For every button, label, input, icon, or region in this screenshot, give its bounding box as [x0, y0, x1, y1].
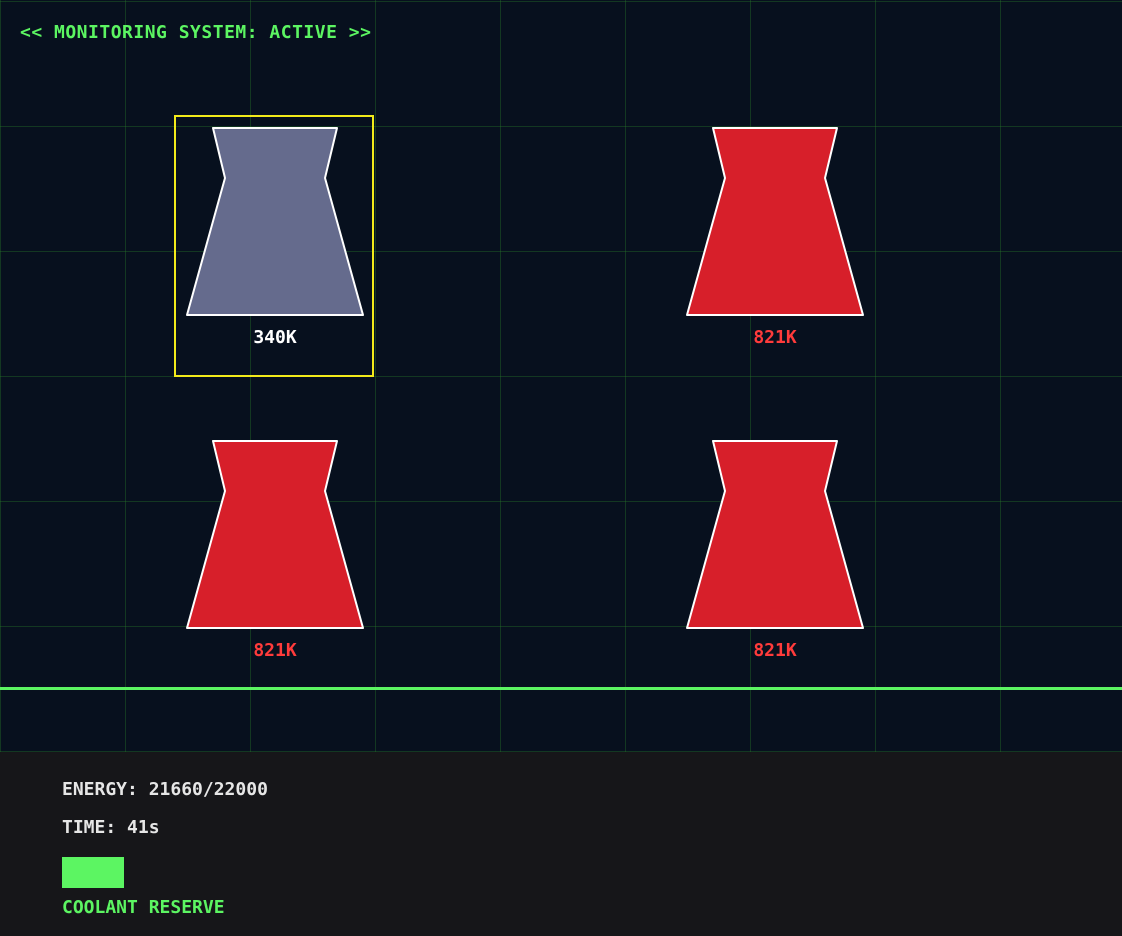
cooling-tower-icon: [686, 127, 864, 316]
cooling-tower-icon: [186, 127, 364, 316]
reactor-temperature-label: 821K: [753, 640, 797, 661]
cooling-tower-icon: [186, 440, 364, 629]
baseline-divider: [0, 687, 1122, 690]
coolant-reserve-label: COOLANT RESERVE: [62, 897, 225, 918]
cooling-tower-icon: [686, 440, 864, 629]
monitoring-status-header: << MONITORING SYSTEM: ACTIVE >>: [20, 22, 372, 43]
reactor-1[interactable]: 340K: [185, 126, 365, 361]
coolant-reserve-bar: [62, 857, 124, 888]
status-hud-panel: ENERGY: 21660/22000 TIME: 41s COOLANT RE…: [0, 752, 1122, 936]
reactor-grid-field: << MONITORING SYSTEM: ACTIVE >> 340K 821…: [0, 0, 1122, 752]
game-screen: << MONITORING SYSTEM: ACTIVE >> 340K 821…: [0, 0, 1122, 936]
reactor-4[interactable]: 821K: [685, 439, 865, 674]
reactor-temperature-label: 821K: [253, 640, 297, 661]
reactor-temperature-label: 340K: [253, 327, 297, 348]
coolant-reserve-fill: [62, 857, 124, 888]
time-readout: TIME: 41s: [62, 817, 160, 838]
reactor-2[interactable]: 821K: [685, 126, 865, 361]
energy-readout: ENERGY: 21660/22000: [62, 779, 268, 800]
reactor-temperature-label: 821K: [753, 327, 797, 348]
reactor-3[interactable]: 821K: [185, 439, 365, 674]
